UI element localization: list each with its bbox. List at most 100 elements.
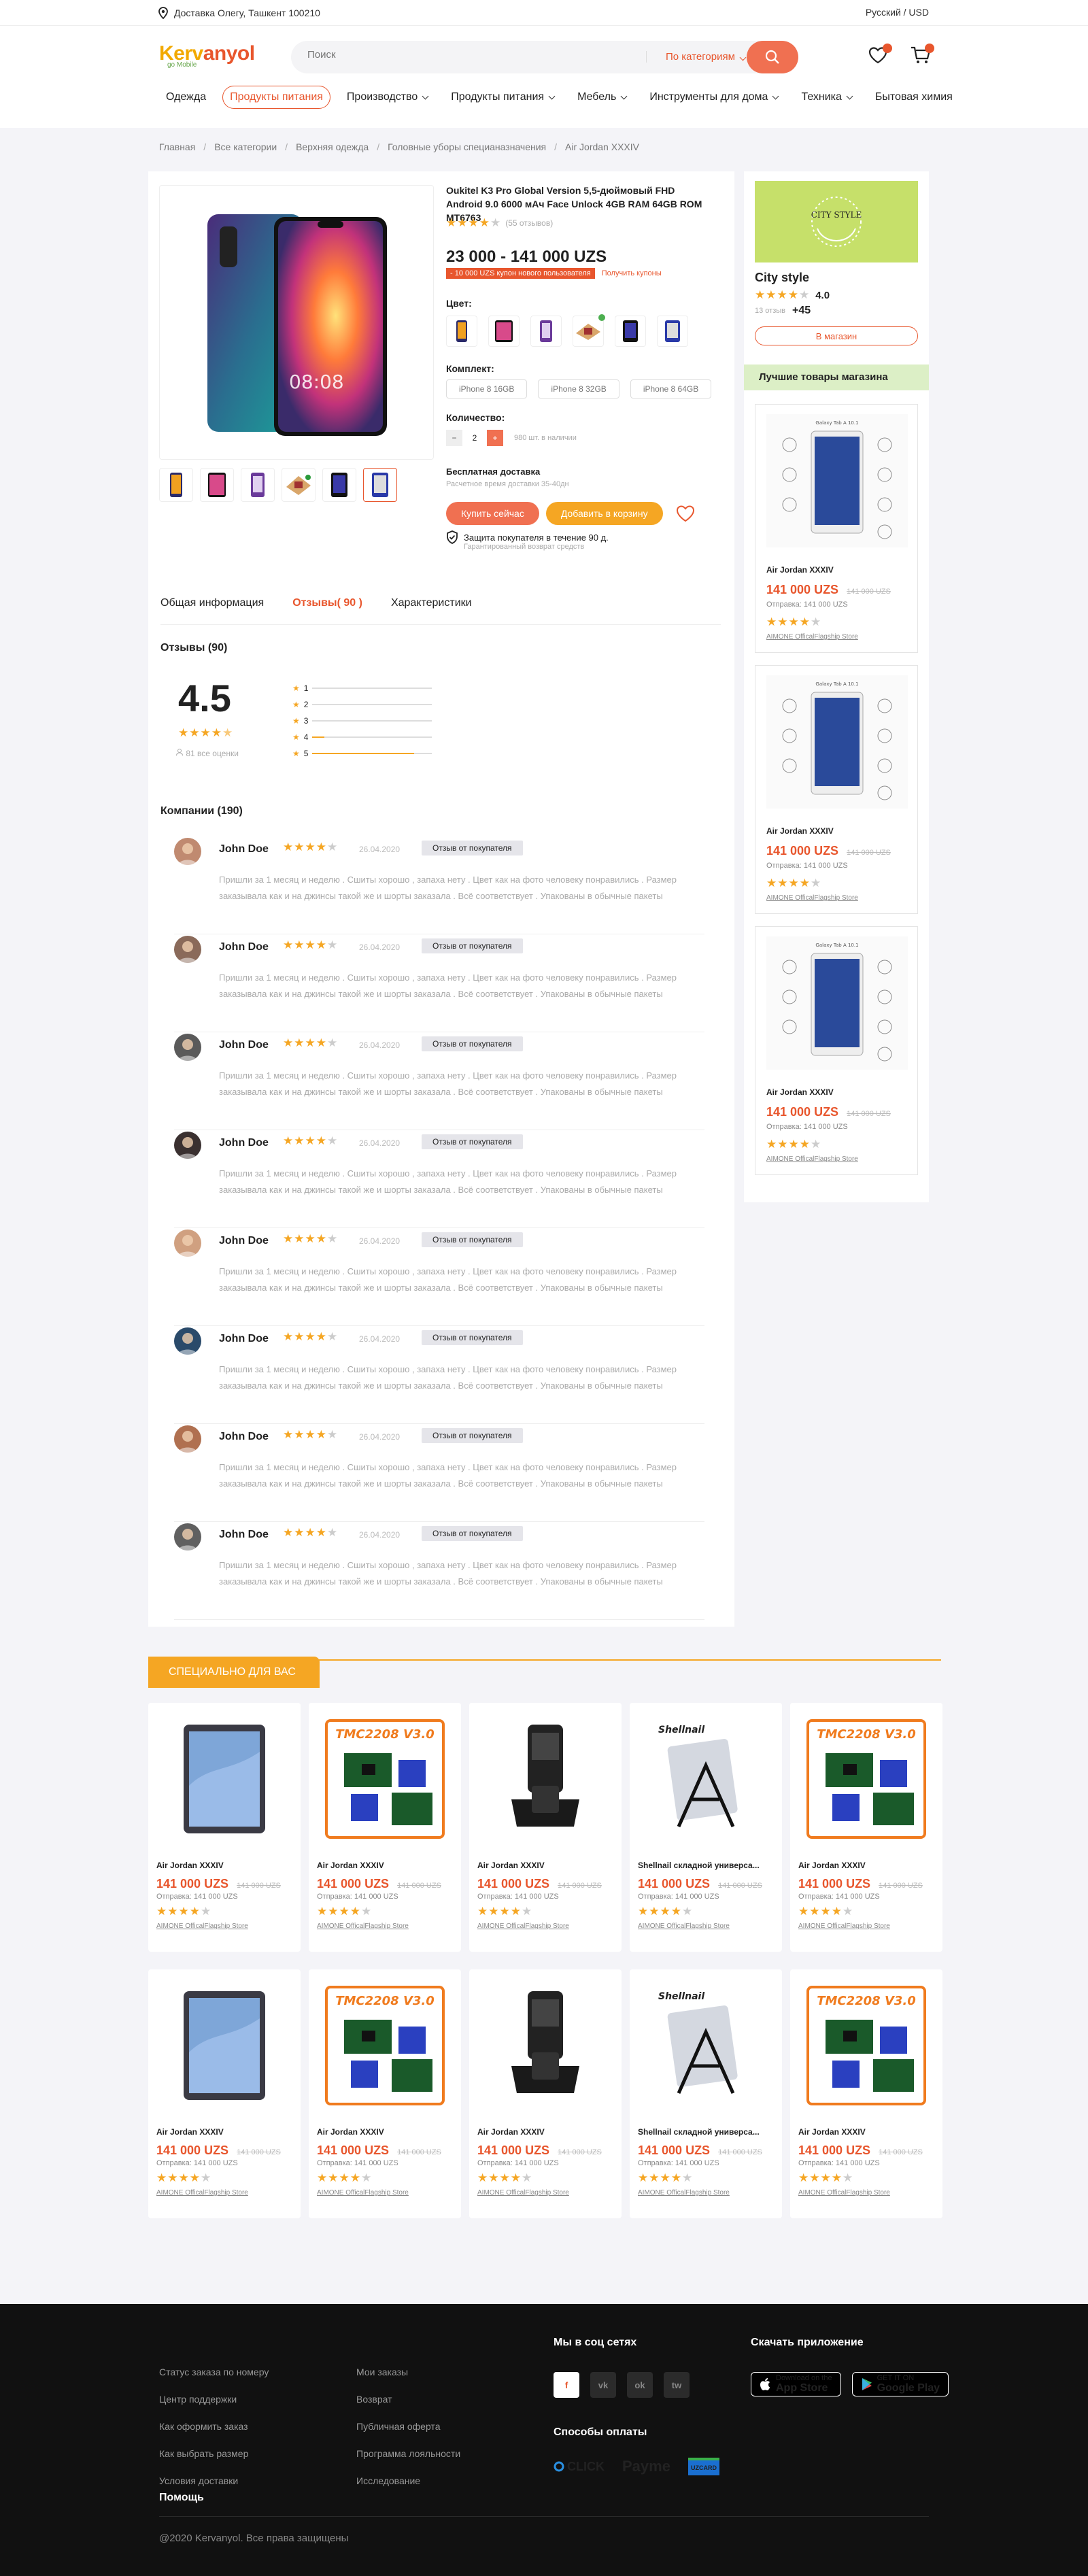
nav-item-appliances[interactable]: Техника — [794, 86, 858, 108]
product-card[interactable]: Air Jordan XXXIV 141 000 UZS 141 000 UZS От… — [469, 1703, 622, 1952]
thumbnail[interactable] — [241, 468, 275, 502]
product-store-link[interactable]: AIMONE OfficalFlagship Store — [798, 1922, 937, 1930]
footer-link[interactable]: Публичная оферта — [356, 2413, 460, 2440]
store-product-card[interactable]: Galaxy Tab A 10.1 Air Jordan XXXIV 141 000… — [755, 665, 918, 914]
tab-reviews[interactable]: Отзывы( 90 ) — [292, 597, 362, 609]
cart-button[interactable] — [910, 44, 934, 68]
product-card[interactable]: Air Jordan XXXIV 141 000 UZS 141 000 UZS От… — [469, 1969, 622, 2218]
product-card[interactable]: Shellnail Shellnail складной универса... 1… — [630, 1969, 782, 2218]
color-option[interactable] — [446, 316, 477, 347]
product-store-link[interactable]: AIMONE OfficalFlagship Store — [317, 1922, 456, 1930]
product-main-image[interactable]: 08:08 — [159, 185, 434, 460]
kit-option[interactable]: iPhone 8 32GB — [538, 379, 619, 399]
rating-bar-row[interactable]: ★ 5 — [292, 745, 432, 762]
vk-icon[interactable]: vk — [590, 2372, 616, 2398]
store-logo[interactable]: CITY STYLE — [755, 181, 918, 262]
category-dropdown[interactable]: По категориям — [646, 51, 747, 63]
nav-item-clothes[interactable]: Одежда — [159, 86, 213, 108]
avatar[interactable] — [174, 1034, 201, 1061]
product-card[interactable]: TMC2208 V3.0 Air Jordan XXXIV 141 000 UZS 1… — [309, 1703, 461, 1952]
product-store-link[interactable]: AIMONE OfficalFlagship Store — [317, 2189, 456, 2197]
product-card[interactable]: Air Jordan XXXIV 141 000 UZS 141 000 UZS От… — [148, 1703, 301, 1952]
footer-link[interactable]: Программа лояльности — [356, 2440, 460, 2467]
footer-link[interactable]: Возврат — [356, 2386, 460, 2413]
footer-link[interactable]: Как оформить заказ — [159, 2413, 269, 2440]
footer-link[interactable]: Исследование — [356, 2467, 460, 2494]
product-store-link[interactable]: AIMONE OfficalFlagship Store — [638, 2189, 777, 2197]
avatar[interactable] — [174, 936, 201, 963]
go-to-store-button[interactable]: В магазин — [755, 326, 918, 345]
breadcrumb-home[interactable]: Главная — [159, 141, 195, 152]
thumbnail[interactable] — [282, 468, 316, 502]
footer-link[interactable]: Условия доставки — [159, 2467, 269, 2494]
quantity-value[interactable]: 2 — [466, 433, 483, 443]
product-store-link[interactable]: AIMONE OfficalFlagship Store — [477, 2189, 616, 2197]
color-option[interactable] — [573, 314, 605, 347]
rating-bar-row[interactable]: ★ 2 — [292, 696, 432, 713]
footer-link[interactable]: Мои заказы — [356, 2358, 460, 2386]
search-input[interactable] — [307, 49, 579, 61]
color-option[interactable] — [488, 316, 520, 347]
product-card[interactable]: Air Jordan XXXIV 141 000 UZS 141 000 UZS От… — [148, 1969, 301, 2218]
product-card[interactable]: TMC2208 V3.0 Air Jordan XXXIV 141 000 UZS 1… — [790, 1703, 942, 1952]
language-currency-selector[interactable]: Русский / USD — [866, 7, 929, 18]
nav-item-food[interactable]: Продукты питания — [222, 86, 330, 109]
search-button[interactable] — [747, 41, 798, 73]
breadcrumb-all-categories[interactable]: Все категории — [214, 141, 277, 152]
avatar[interactable] — [174, 1327, 201, 1355]
product-store-link[interactable]: AIMONE OfficalFlagship Store — [638, 1922, 777, 1930]
app-store-button[interactable]: Download on the App Store — [751, 2372, 841, 2396]
twitter-icon[interactable]: tw — [664, 2372, 690, 2398]
thumbnail[interactable] — [200, 468, 234, 502]
product-store-link[interactable]: AIMONE OfficalFlagship Store — [156, 1922, 295, 1930]
product-store-link[interactable]: AIMONE OfficalFlagship Store — [798, 2189, 937, 2197]
product-card[interactable]: TMC2208 V3.0 Air Jordan XXXIV 141 000 UZS 1… — [790, 1969, 942, 2218]
delivery-location[interactable]: Доставка Олегу, Ташкент 100210 — [158, 7, 320, 19]
kit-option[interactable]: iPhone 8 16GB — [446, 379, 528, 399]
nav-item-chemicals[interactable]: Бытовая химия — [868, 86, 959, 108]
buy-now-button[interactable]: Купить сейчас — [446, 502, 539, 525]
store-product-card[interactable]: Galaxy Tab A 10.1 Air Jordan XXXIV 141 000… — [755, 404, 918, 653]
avatar[interactable] — [174, 1230, 201, 1257]
quantity-increase-button[interactable]: + — [487, 430, 503, 446]
nav-item-food-2[interactable]: Продукты питания — [444, 86, 561, 108]
favorites-button[interactable] — [868, 44, 892, 68]
product-card[interactable]: TMC2208 V3.0 Air Jordan XXXIV 141 000 UZS 1… — [309, 1969, 461, 2218]
thumbnail[interactable] — [322, 468, 356, 502]
avatar[interactable] — [174, 1132, 201, 1159]
avatar[interactable] — [174, 1425, 201, 1453]
rating-bar-row[interactable]: ★ 3 — [292, 713, 432, 729]
footer-link[interactable]: Центр поддержки — [159, 2386, 269, 2413]
product-store-link[interactable]: AIMONE OfficalFlagship Store — [477, 1922, 616, 1930]
color-option[interactable] — [657, 316, 688, 347]
rating-bar-row[interactable]: ★ 1 — [292, 680, 432, 696]
get-coupons-link[interactable]: Получить купоны — [602, 269, 662, 277]
color-option[interactable] — [530, 316, 562, 347]
kit-option[interactable]: iPhone 8 64GB — [630, 379, 712, 399]
thumbnail-selected[interactable] — [363, 468, 397, 502]
product-store-link[interactable]: AIMONE OfficalFlagship Store — [766, 894, 858, 902]
breadcrumb-outerwear[interactable]: Верхняя одежда — [296, 141, 369, 152]
color-option[interactable] — [615, 316, 646, 347]
reviews-count[interactable]: (55 отзывов) — [505, 218, 553, 228]
footer-link[interactable]: Как выбрать размер — [159, 2440, 269, 2467]
odnoklassniki-icon[interactable]: ok — [627, 2372, 653, 2398]
product-store-link[interactable]: AIMONE OfficalFlagship Store — [156, 2189, 295, 2197]
facebook-icon[interactable]: f — [554, 2372, 579, 2398]
heart-icon[interactable] — [675, 504, 696, 523]
thumbnail[interactable] — [159, 468, 193, 502]
nav-item-tools[interactable]: Инструменты для дома — [643, 86, 785, 108]
avatar[interactable] — [174, 1523, 201, 1550]
footer-link[interactable]: Статус заказа по номеру — [159, 2358, 269, 2386]
rating-bar-row[interactable]: ★ 4 — [292, 729, 432, 745]
nav-item-furniture[interactable]: Мебель — [571, 86, 633, 108]
site-logo[interactable]: Kervanyol go Mobile — [159, 42, 275, 76]
breadcrumb-headwear[interactable]: Головные уборы специаназначения — [388, 141, 546, 152]
nav-item-production[interactable]: Производство — [340, 86, 435, 108]
avatar[interactable] — [174, 838, 201, 865]
product-store-link[interactable]: AIMONE OfficalFlagship Store — [766, 633, 858, 641]
tab-general-info[interactable]: Общая информация — [160, 597, 264, 609]
store-product-card[interactable]: Galaxy Tab A 10.1 Air Jordan XXXIV 141 000… — [755, 926, 918, 1175]
quantity-decrease-button[interactable]: − — [446, 430, 462, 446]
add-to-cart-button[interactable]: Добавить в корзину — [545, 502, 663, 525]
